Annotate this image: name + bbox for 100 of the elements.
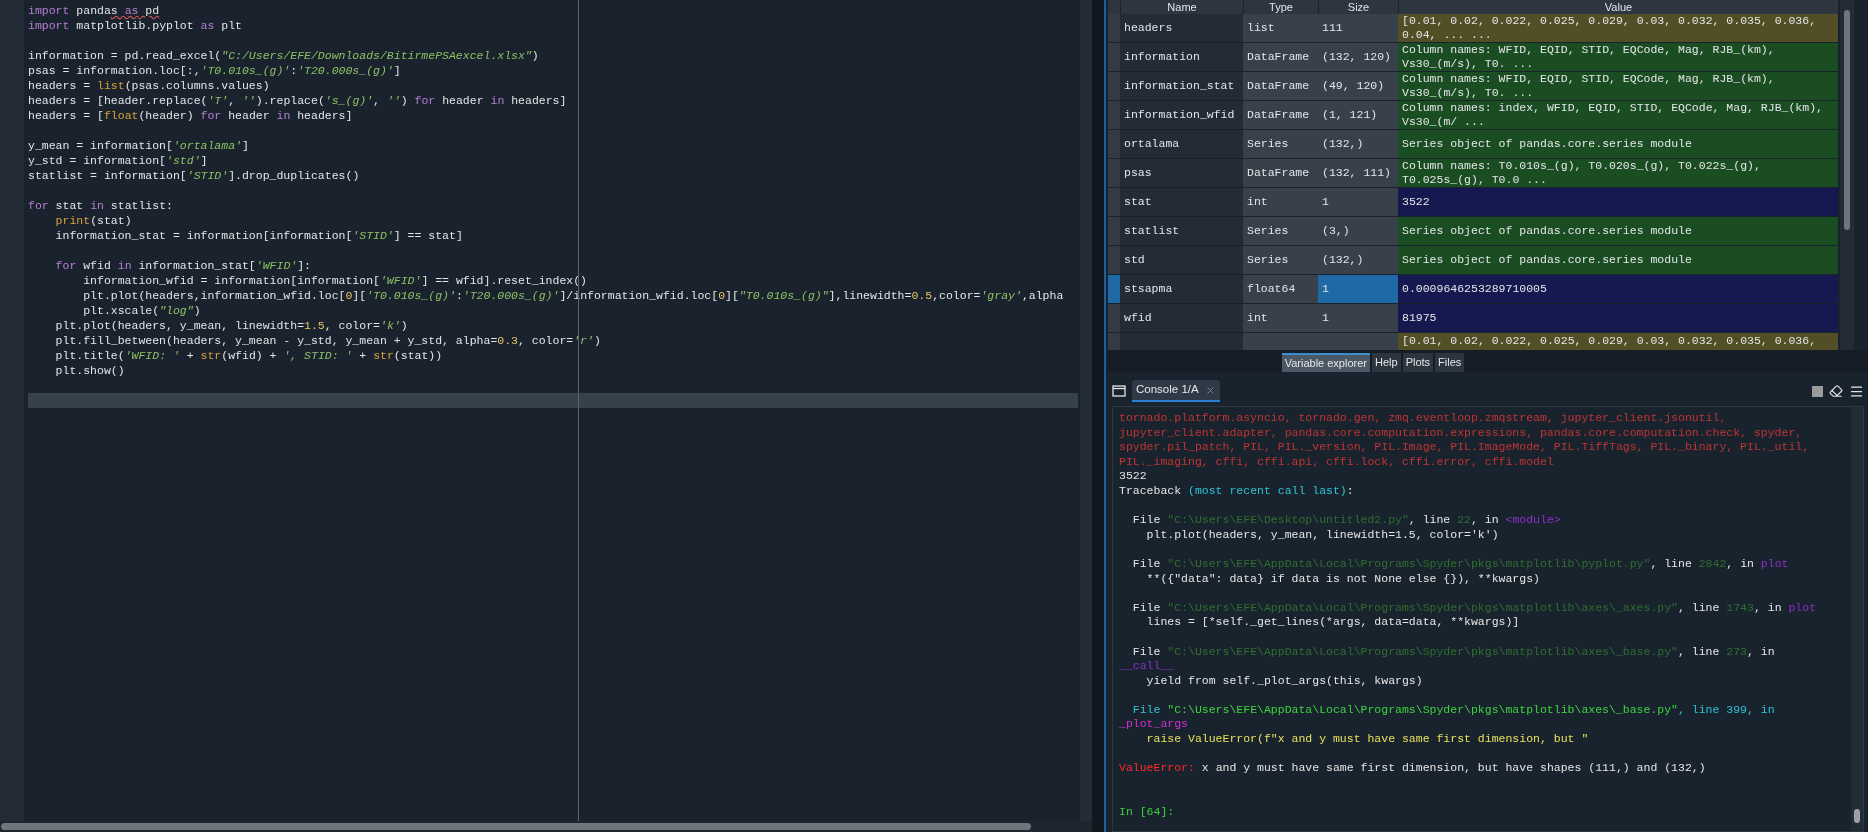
code-line: information_stat = information[information['STID'] == stat]	[54, 228, 463, 243]
row-marker[interactable]	[1108, 217, 1120, 245]
row-marker[interactable]	[1108, 159, 1120, 187]
console-line: File "C:\Users\EFE\AppData\Local\Programs\Spyder\pkgs\matplotlib\axes\_axes.py", line 1743, in plot	[1131, 600, 1817, 616]
table-cell: (1, 121)	[1318, 101, 1398, 129]
code-line: y_mean = information['ortalama']	[28, 138, 249, 153]
table-cell: DataFrame	[1243, 43, 1318, 71]
table-cell: Series object of pandas.core.series module	[1398, 130, 1838, 158]
table-cell: float64	[1243, 275, 1318, 303]
row-marker[interactable]	[1108, 101, 1120, 129]
table-cell: wfid	[1120, 304, 1243, 332]
table-cell: 3522	[1398, 188, 1838, 216]
pane-tab[interactable]: Help	[1372, 353, 1401, 372]
stop-icon[interactable]	[1812, 385, 1823, 397]
console-line: lines = [*self._get_lines(*args, data=data, **kwargs)]	[1145, 615, 1520, 630]
console-line: _plot_args	[1119, 717, 1188, 733]
code-line: plt.xscale("log")	[82, 303, 201, 318]
table-cell: 1	[1318, 304, 1398, 332]
code-line: information_wfid = information[information['WFID'] == wfid].reset_index()	[82, 273, 588, 288]
table-cell: information	[1120, 43, 1243, 71]
table-cell: int	[1243, 304, 1318, 332]
console-line: yield from self._plot_args(this, kwargs)	[1145, 673, 1423, 689]
table-cell: 0.0009646253289710005	[1398, 275, 1838, 303]
table-cell: DataFrame	[1243, 101, 1318, 129]
console-line: spyder.pil_patch, PIL, PIL._version, PIL.Image, PIL.ImageMode, PIL.TiffTags, PIL._binary, PIL._util,	[1119, 440, 1810, 455]
code-line: headers = [header.replace('T', '').replace('s_(g)', '') for header in headers]	[28, 93, 567, 108]
console-line: __call__	[1119, 659, 1175, 674]
console-line: **({"data": data} if data is not None else {}), **kwargs)	[1145, 571, 1540, 587]
row-marker[interactable]	[1108, 188, 1120, 216]
code-editor[interactable]	[0, 0, 1092, 832]
console-line: ValueError: x and y must have same first dimension, but have shapes (111,) and (132,)	[1119, 761, 1706, 776]
row-marker[interactable]	[1108, 304, 1120, 332]
table-cell: list	[1243, 14, 1318, 42]
menu-icon[interactable]	[1849, 383, 1864, 399]
row-marker[interactable]	[1108, 130, 1120, 158]
console-line: PIL._imaging, cffi, cffi.api, cffi.lock, cffi.error, cffi.model	[1119, 454, 1554, 470]
table-cell: 1	[1318, 275, 1398, 303]
pane-tab[interactable]: Plots	[1402, 353, 1434, 372]
console-line: File "C:\Users\EFE\AppData\Local\Programs\Spyder\pkgs\matplotlib\axes\_base.py", line 399, in	[1131, 702, 1775, 718]
table-cell: int	[1243, 188, 1318, 216]
console-line: Traceback (most recent call last):	[1119, 483, 1354, 499]
table-cell: headers	[1120, 14, 1243, 42]
eraser-icon[interactable]	[1829, 384, 1843, 398]
console-line: In [64]:	[1119, 805, 1175, 820]
pane-tab[interactable]: Variable explorer	[1281, 353, 1370, 372]
pane-splitter[interactable]	[1092, 0, 1106, 832]
table-cell: information_stat	[1120, 72, 1243, 100]
table-cell: information_wfid	[1120, 101, 1243, 129]
console-line: File "C:\Users\EFE\Desktop\untitled2.py", line 22, in <module>	[1131, 513, 1561, 528]
console-tab[interactable]: Console 1/A	[1132, 380, 1220, 402]
table-cell: Column names: WFID, EQID, STID, EQCode, Mag, RJB_(km), Vs30_(m/s), T0. ...	[1398, 72, 1838, 100]
row-marker[interactable]	[1108, 72, 1120, 100]
table-cell: 111	[1318, 14, 1398, 42]
table-cell: [0.01, 0.02, 0.022, 0.025, 0.029, 0.03, 0.032, 0.035, 0.036, 0.04, ... ...	[1398, 14, 1838, 42]
table-cell: [0.01, 0.02, 0.022, 0.025, 0.029, 0.03, 0.032, 0.035, 0.036,	[1398, 333, 1838, 350]
table-cell: Column names: index, WFID, EQID, STID, EQCode, Mag, RJB_(km), Vs30_(m/ ...	[1398, 101, 1838, 129]
code-line: plt.show()	[54, 363, 125, 378]
table-cell: (132,)	[1318, 246, 1398, 274]
code-line: import matplotlib.pyplot as plt	[28, 18, 242, 33]
table-cell: stat	[1120, 188, 1243, 216]
vertical-scrollbar[interactable]	[1851, 407, 1863, 831]
row-marker[interactable]	[1108, 246, 1120, 274]
table-cell: Column names: T0.010s_(g), T0.020s_(g), T0.022s_(g), T0.025s_(g), T0.0 ...	[1398, 159, 1838, 187]
console-line: plt.plot(headers, y_mean, linewidth=1.5, color='k')	[1145, 527, 1499, 543]
table-cell: stsapma	[1120, 275, 1243, 303]
table-cell: Series object of pandas.core.series module	[1398, 217, 1838, 245]
code-line: statlist = information['STID'].drop_duplicates()	[28, 168, 360, 183]
table-cell: Series	[1243, 246, 1318, 274]
table-cell: Column names: WFID, EQID, STID, EQCode, Mag, RJB_(km), Vs30_(m/s), T0. ...	[1398, 43, 1838, 71]
table-cell: Series	[1243, 130, 1318, 158]
row-marker[interactable]	[1108, 14, 1120, 42]
row-marker[interactable]	[1108, 275, 1120, 303]
code-line: plt.title('WFID: ' + str(wfid) + ', STID: ' + str(stat))	[54, 348, 443, 363]
table-cell: 81975	[1398, 304, 1838, 332]
code-line: headers = list(psas.columns.values)	[28, 78, 270, 93]
table-cell: psas	[1120, 159, 1243, 187]
row-marker[interactable]	[1108, 43, 1120, 71]
window-icon[interactable]	[1112, 385, 1126, 397]
code-line: plt.plot(headers,information_wfid.loc[0]['T0.010s_(g)':'T20.000s_(g)']/information_wfid.loc[0]["T0.010s_(g)"],linewidth=0.5,color='gray',alpha	[82, 288, 1064, 303]
console-line: tornado.platform.asyncio, tornado.gen, zmq.eventloop.zmqstream, jupyter_client.jsonutil,	[1119, 411, 1727, 426]
pane-tab[interactable]: Files	[1435, 353, 1465, 372]
close-icon[interactable]	[1204, 384, 1216, 396]
vertical-scrollbar[interactable]	[1840, 0, 1854, 350]
code-line: headers = [float(header) for header in headers]	[28, 108, 353, 123]
table-cell: (132, 120)	[1318, 43, 1398, 71]
code-line: plt.fill_between(headers, y_mean - y_std, y_mean + y_std, alpha=0.3, color='r')	[54, 333, 601, 348]
console-line: File "C:\Users\EFE\AppData\Local\Programs\Spyder\pkgs\matplotlib\axes\_base.py", line 273, in	[1131, 644, 1775, 660]
horizontal-scrollbar[interactable]	[0, 821, 1092, 832]
console-line: raise ValueError(f"x and y must have same first dimension, but "	[1145, 732, 1589, 747]
table-cell: DataFrame	[1243, 72, 1318, 100]
table-cell: ortalama	[1120, 130, 1243, 158]
code-line: psas = information.loc[:,'T0.010s_(g)':'T20.000s_(g)']	[28, 63, 401, 78]
table-cell: Series object of pandas.core.series module	[1398, 246, 1838, 274]
code-line: y_std = information['std']	[28, 153, 208, 168]
code-line: for wfid in information_stat['WFID']:	[54, 258, 311, 273]
code-line: print(stat)	[54, 213, 132, 228]
console-line: jupyter_client.adapter, pandas.core.computation.expressions, pandas.core.computation.check, spyder,	[1119, 425, 1803, 441]
table-cell: Series	[1243, 217, 1318, 245]
table-cell: statlist	[1120, 217, 1243, 245]
console-output[interactable]	[1112, 406, 1864, 832]
